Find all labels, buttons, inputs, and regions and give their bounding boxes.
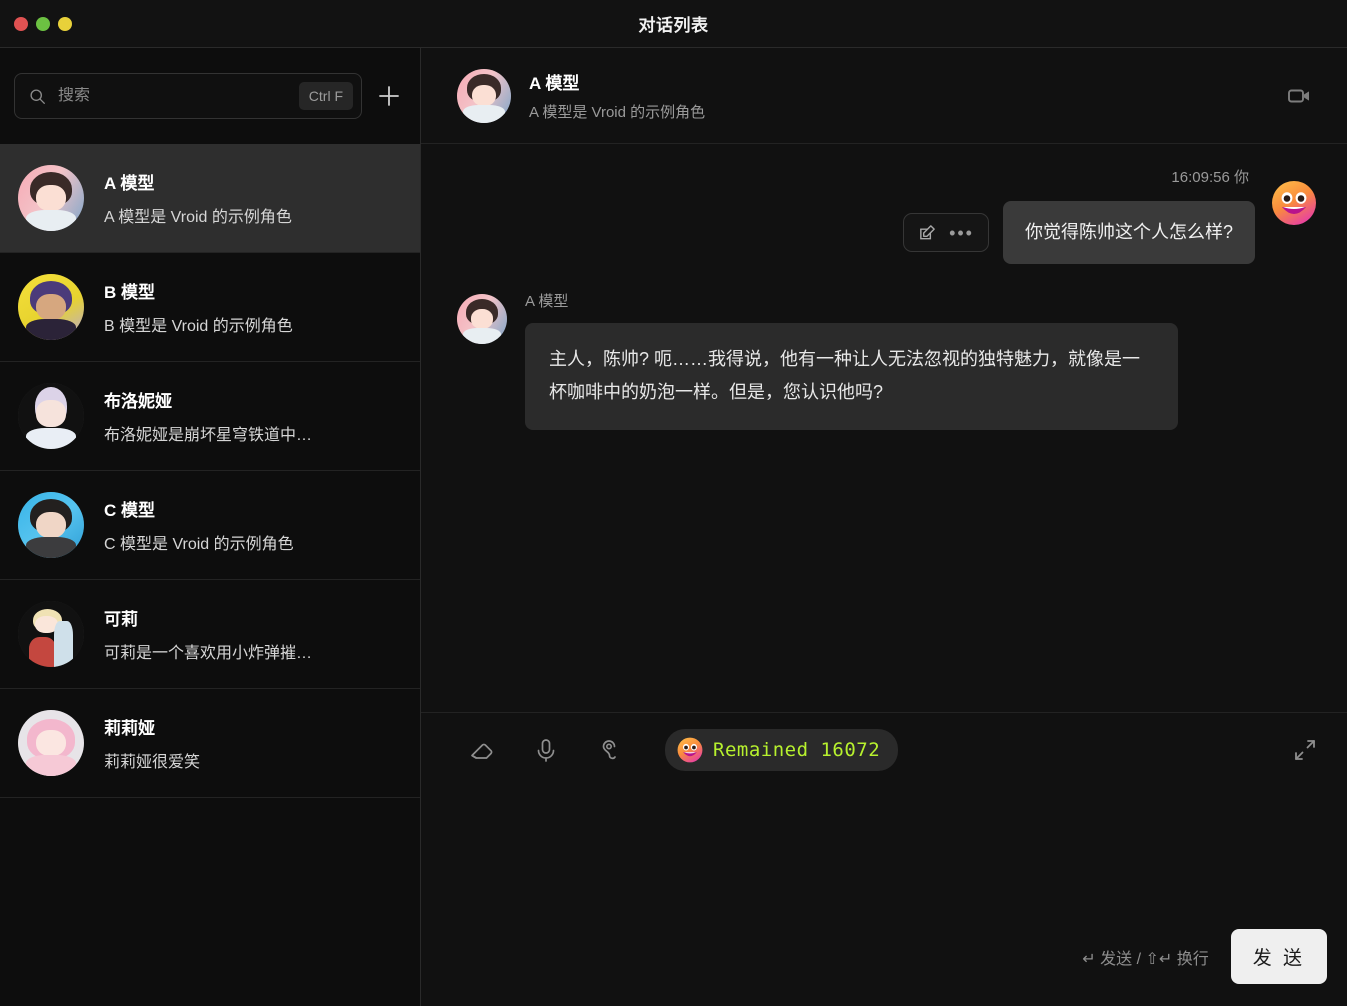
message-timestamp: 16:09:56 你 xyxy=(1171,166,1255,187)
search-input[interactable] xyxy=(46,87,299,105)
microphone-icon[interactable] xyxy=(531,735,561,765)
message-actions[interactable]: ••• xyxy=(903,213,989,252)
avatar xyxy=(18,383,84,449)
composer-footer: ↵ 发送 / ⇧↵ 换行 发 送 xyxy=(421,929,1347,1006)
more-icon[interactable]: ••• xyxy=(949,224,974,242)
conversation-name: B 模型 xyxy=(104,283,155,302)
conversation-name: 布洛妮娅 xyxy=(104,392,172,411)
conversation-item-3[interactable]: C 模型 C 模型是 Vroid 的示例角色 xyxy=(0,471,420,580)
sender-name: 你 xyxy=(1233,169,1249,186)
conversation-desc: C 模型是 Vroid 的示例角色 xyxy=(104,536,294,553)
message-row-in: A 模型 主人，陈帅? 呃……我得说，他有一种让人无法忽视的独特魅力，就像是一杯… xyxy=(457,290,1317,430)
composer: Remained 16072 ↵ 发送 / ⇧↵ 换行 发 送 xyxy=(421,712,1347,1006)
message-out-wrap: 16:09:56 你 ••• 你觉得陈帅这个人怎么样? xyxy=(903,166,1255,264)
video-camera-icon[interactable] xyxy=(1279,76,1319,116)
conversation-meta: C 模型 C 模型是 Vroid 的示例角色 xyxy=(84,496,402,554)
main-body: Ctrl F xyxy=(0,48,1347,1006)
avatar xyxy=(18,274,84,340)
chat-title: A 模型 xyxy=(529,74,580,93)
chat-header: A 模型 A 模型是 Vroid 的示例角色 xyxy=(421,48,1347,144)
timestamp-value: 16:09:56 xyxy=(1171,169,1230,186)
search-icon xyxy=(29,88,46,105)
conversation-name: 可莉 xyxy=(104,610,138,629)
conversation-list[interactable]: A 模型 A 模型是 Vroid 的示例角色 B 模型 B 模型是 Vroid … xyxy=(0,144,420,1006)
send-button[interactable]: 发 送 xyxy=(1230,929,1327,984)
minimize-button[interactable] xyxy=(36,16,50,31)
sidebar: Ctrl F xyxy=(0,48,421,1006)
window-controls xyxy=(0,16,72,31)
chat-header-meta: A 模型 A 模型是 Vroid 的示例角色 xyxy=(511,69,1279,122)
window-title: 对话列表 xyxy=(638,16,709,35)
conversation-meta: A 模型 A 模型是 Vroid 的示例角色 xyxy=(84,169,402,227)
eraser-icon[interactable] xyxy=(467,735,497,765)
message-line: ••• 你觉得陈帅这个人怎么样? xyxy=(903,201,1255,264)
conversation-desc: A 模型是 Vroid 的示例角色 xyxy=(104,209,292,226)
conversation-name: A 模型 xyxy=(104,174,155,193)
conversation-item-5[interactable]: 莉莉娅 莉莉娅很爱笑 xyxy=(0,689,420,798)
message-list: 16:09:56 你 ••• 你觉得陈帅这个人怎么样? A 模型 主人，陈帅? … xyxy=(421,144,1347,712)
conversation-name: 莉莉娅 xyxy=(104,719,155,738)
edit-icon[interactable] xyxy=(918,223,937,242)
message-input[interactable] xyxy=(421,771,1347,929)
conversation-item-0[interactable]: A 模型 A 模型是 Vroid 的示例角色 xyxy=(0,144,420,253)
ear-icon[interactable] xyxy=(595,735,625,765)
conversation-meta: 可莉 可莉是一个喜欢用小炸弹摧… xyxy=(84,605,402,663)
message-bubble-out: 你觉得陈帅这个人怎么样? xyxy=(1002,201,1255,264)
remained-text: Remained 16072 xyxy=(713,739,881,761)
composer-toolbar: Remained 16072 xyxy=(421,713,1347,771)
maximize-button[interactable] xyxy=(58,16,72,31)
remained-badge: Remained 16072 xyxy=(665,729,899,771)
conversation-desc: 莉莉娅很爱笑 xyxy=(104,754,201,771)
chat-header-avatar xyxy=(457,68,511,123)
app-window: 对话列表 Ctrl F xyxy=(0,0,1347,1006)
conversation-desc: 布洛妮娅是崩坏星穹铁道中… xyxy=(104,427,313,444)
chat-panel: A 模型 A 模型是 Vroid 的示例角色 16:09:56 你 ••• 你觉… xyxy=(421,48,1347,1006)
message-row-out: 16:09:56 你 ••• 你觉得陈帅这个人怎么样? xyxy=(457,166,1317,264)
search-row: Ctrl F xyxy=(0,48,420,144)
title-bar: 对话列表 xyxy=(0,0,1347,48)
avatar xyxy=(18,492,84,558)
conversation-name: C 模型 xyxy=(104,501,155,520)
close-button[interactable] xyxy=(14,16,28,31)
message-bubble-in: 主人，陈帅? 呃……我得说，他有一种让人无法忽视的独特魅力，就像是一杯咖啡中的奶… xyxy=(525,323,1178,430)
avatar xyxy=(18,710,84,776)
conversation-item-1[interactable]: B 模型 B 模型是 Vroid 的示例角色 xyxy=(0,253,420,362)
message-in-wrap: A 模型 主人，陈帅? 呃……我得说，他有一种让人无法忽视的独特魅力，就像是一杯… xyxy=(507,290,1178,430)
user-emoji-avatar xyxy=(1271,180,1317,226)
conversation-meta: 莉莉娅 莉莉娅很爱笑 xyxy=(84,714,402,772)
conversation-desc: B 模型是 Vroid 的示例角色 xyxy=(104,318,293,335)
search-box[interactable]: Ctrl F xyxy=(14,73,362,119)
avatar xyxy=(18,165,84,231)
search-shortcut-hint: Ctrl F xyxy=(298,82,353,110)
conversation-meta: B 模型 B 模型是 Vroid 的示例角色 xyxy=(84,278,402,336)
conversation-item-4[interactable]: 可莉 可莉是一个喜欢用小炸弹摧… xyxy=(0,580,420,689)
remained-emoji-icon xyxy=(677,737,703,763)
expand-icon[interactable] xyxy=(1291,736,1319,764)
assistant-avatar xyxy=(457,294,507,344)
conversation-desc: 可莉是一个喜欢用小炸弹摧… xyxy=(104,645,313,662)
conversation-meta: 布洛妮娅 布洛妮娅是崩坏星穹铁道中… xyxy=(84,387,402,445)
conversation-item-2[interactable]: 布洛妮娅 布洛妮娅是崩坏星穹铁道中… xyxy=(0,362,420,471)
send-hint: ↵ 发送 / ⇧↵ 换行 xyxy=(1082,950,1209,968)
avatar xyxy=(18,601,84,667)
chat-subtitle: A 模型是 Vroid 的示例角色 xyxy=(529,104,706,121)
add-conversation-button[interactable] xyxy=(372,79,406,113)
assistant-name: A 模型 xyxy=(525,293,569,310)
